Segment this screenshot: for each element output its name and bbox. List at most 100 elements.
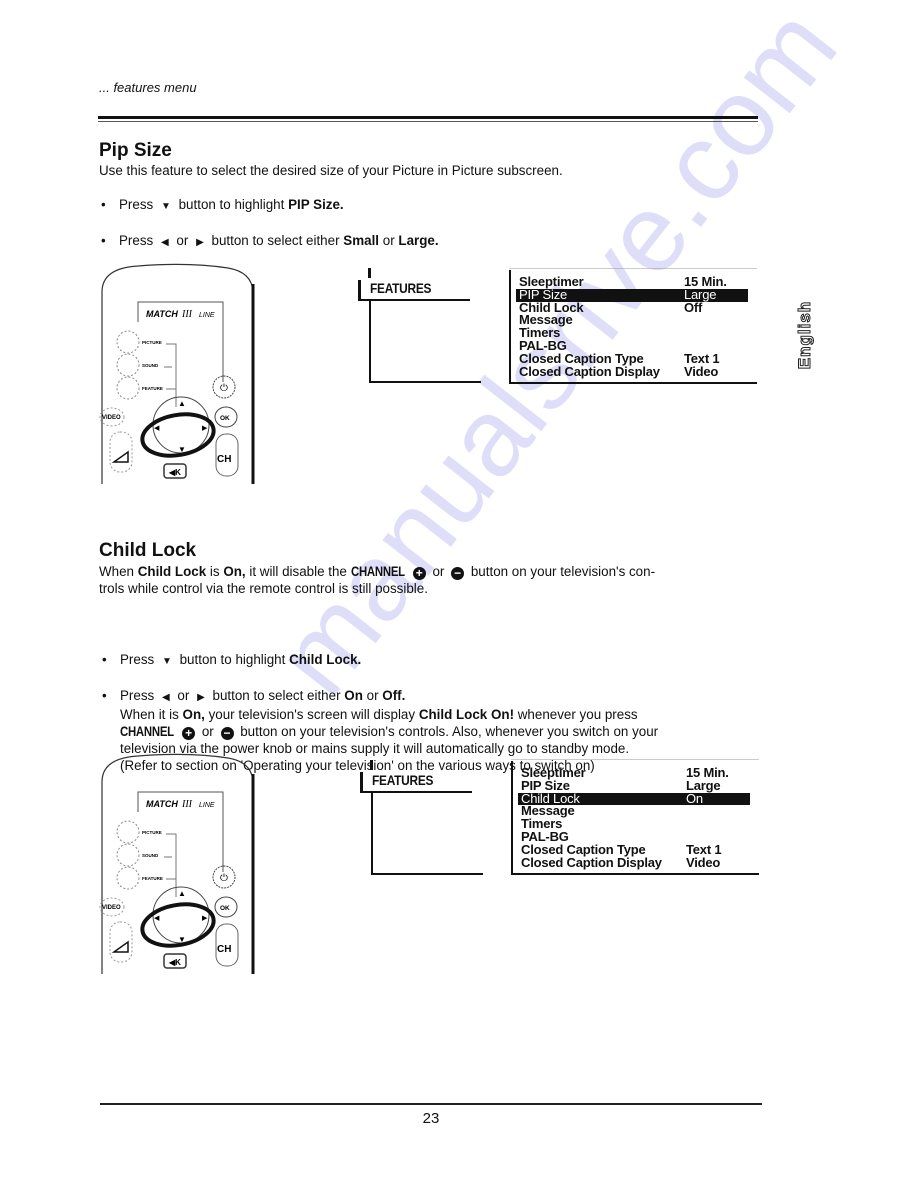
down-triangle-icon: ▼ (160, 201, 171, 212)
remote-brand-suffix: LINE (199, 312, 215, 319)
dpad-down-icon: ▼ (178, 935, 186, 944)
panel-border (371, 791, 373, 875)
menu-frame (511, 759, 759, 760)
right-triangle-icon: ▶ (197, 692, 205, 703)
child-lock-intro: When Child Lock is On, it will disable t… (99, 564, 656, 596)
features-tab: FEATURES (360, 760, 483, 882)
pip-bullet-1: • Press ▼ button to highlight PIP Size. (99, 196, 918, 215)
ok-label: OK (220, 905, 230, 912)
video-label: VIDEO (102, 905, 121, 911)
feature-button (116, 376, 140, 400)
page-number: 23 (422, 1110, 440, 1127)
sound-button (116, 843, 140, 867)
tab-border (358, 280, 361, 300)
language-label: English (795, 300, 815, 370)
menu-item-label: Closed Caption Display (519, 363, 660, 379)
power-icon: ⏻ (220, 873, 228, 884)
tab-border (360, 772, 363, 792)
tab-border (358, 299, 470, 301)
features-tab-title: FEATURES (370, 280, 432, 296)
mute-icon: ◀K (168, 468, 181, 477)
picture-label: PICTURE (142, 830, 162, 835)
picture-button (116, 820, 140, 844)
power-icon: ⏻ (220, 383, 228, 394)
features-menu-pip: Sleeptimer 15 Min. PIP Size Large Child Lock… (509, 266, 757, 388)
feature-button (116, 866, 140, 890)
left-triangle-icon: ◀ (161, 692, 170, 703)
menu-item-value: Off (684, 299, 703, 315)
video-label: VIDEO (102, 415, 121, 421)
plus-circle-icon: + (182, 727, 196, 740)
remote-svg: MATCH III LINE PICTURE SOUND FEATURE ⏻ V… (99, 753, 255, 974)
channel-label: CH (217, 454, 231, 465)
panel-border (369, 299, 371, 383)
right-triangle-icon: ▶ (196, 237, 204, 248)
sound-label: SOUND (142, 853, 159, 858)
pip-size-intro: Use this feature to select the desired s… (99, 163, 563, 178)
dpad-left-icon: ◀ (154, 915, 160, 922)
features-menu-child-lock: Sleeptimer 15 Min. PIP Size Large Child Lock… (511, 757, 759, 879)
section-label: ... features menu (99, 80, 197, 95)
dpad-right-icon: ▶ (202, 915, 208, 922)
pip-size-heading: Pip Size (99, 140, 172, 161)
volume-icon (111, 450, 129, 463)
features-tab-title: FEATURES (372, 772, 434, 788)
down-triangle-icon: ▼ (161, 656, 172, 667)
feature-label: FEATURE (142, 876, 163, 881)
minus-circle-icon: − (220, 727, 234, 740)
footer-rule (100, 1103, 762, 1105)
plus-circle-icon: + (412, 567, 426, 580)
remote-brand-text: MATCH (146, 309, 178, 319)
remote-control-illustration: MATCH III LINE PICTURE SOUND FEATURE ⏻ V… (98, 262, 258, 484)
remote-control-illustration: MATCH III LINE PICTURE SOUND FEATURE ⏻ V… (98, 752, 258, 974)
features-tab: FEATURES (358, 268, 481, 390)
child-bullet-1: • Press ▼ button to highlight Child Lock… (100, 651, 918, 670)
child-lock-heading: Child Lock (99, 540, 197, 561)
menu-frame (509, 268, 757, 269)
header-rule (98, 116, 758, 119)
channel-label: CH (217, 944, 231, 955)
menu-rows: Sleeptimer 15 Min. PIP Size Large Child Lock… (516, 275, 748, 379)
dpad-right-icon: ▶ (202, 425, 208, 432)
sound-button (116, 353, 140, 377)
bullet-dot: • (102, 688, 107, 703)
panel-border (371, 873, 483, 875)
menu-frame (509, 382, 757, 384)
menu-item[interactable]: Closed Caption Display Video (518, 854, 750, 870)
language-tab: English (790, 290, 820, 380)
remote-brand-suffix: LINE (199, 802, 215, 809)
menu-item-value: Video (684, 363, 719, 379)
feature-label: FEATURE (142, 386, 163, 391)
picture-button (116, 330, 140, 354)
ok-label: OK (220, 415, 230, 422)
bullet-dot: • (102, 652, 107, 667)
dpad-left-icon: ◀ (154, 425, 160, 432)
pip-bullet-2: • Press ◀ or ▶ button to select either S… (99, 232, 918, 251)
dpad-up-icon: ▲ (178, 889, 186, 898)
tab-border (360, 791, 472, 793)
volume-icon (111, 940, 129, 953)
remote-brand-logo: III (181, 799, 193, 810)
sound-label: SOUND (142, 363, 159, 368)
minus-circle-icon: − (451, 567, 465, 580)
left-triangle-icon: ◀ (160, 237, 169, 248)
menu-frame (511, 761, 513, 875)
menu-frame (509, 270, 511, 384)
mute-icon: ◀K (168, 958, 181, 967)
remote-brand-logo: III (181, 309, 193, 320)
tab-marker (368, 268, 371, 278)
menu-item-label: Closed Caption Display (521, 854, 662, 870)
menu-item-value: Video (686, 854, 721, 870)
tab-marker (370, 760, 373, 770)
picture-label: PICTURE (142, 340, 162, 345)
header-rule-thin (98, 121, 758, 122)
remote-svg: MATCH III LINE PICTURE SOUND FEATURE ⏻ V… (99, 263, 255, 484)
bullet-dot: • (101, 233, 106, 248)
menu-item[interactable]: Closed Caption Display Video (516, 363, 748, 379)
menu-item-value: On (686, 790, 703, 806)
menu-frame (511, 873, 759, 875)
dpad-up-icon: ▲ (178, 399, 186, 408)
menu-rows: Sleeptimer 15 Min. PIP Size Large Child Lock… (518, 766, 750, 870)
bullet-dot: • (101, 197, 106, 212)
remote-brand-text: MATCH (146, 799, 178, 809)
